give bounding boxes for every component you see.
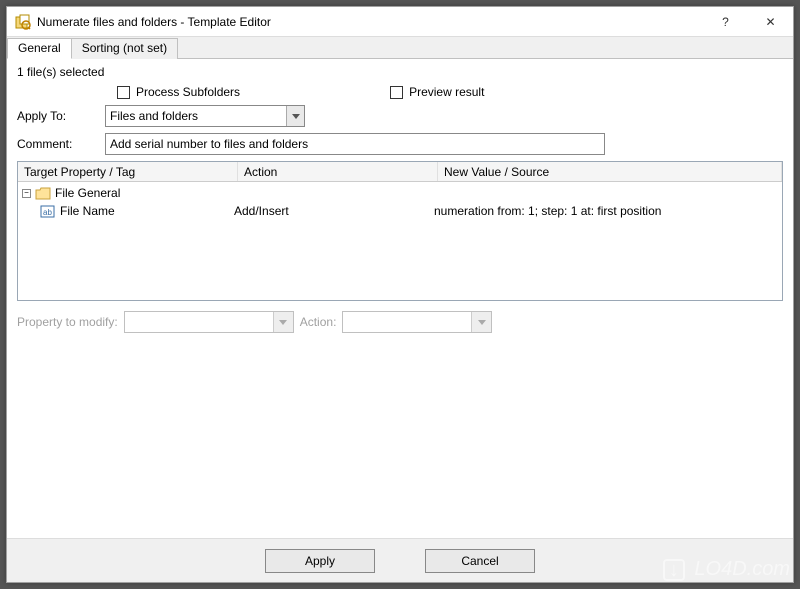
help-icon: ? [722, 15, 729, 29]
action-label: Action: [300, 315, 337, 329]
comment-value: Add serial number to files and folders [110, 137, 308, 151]
close-button[interactable]: ✕ [748, 7, 793, 37]
property-to-modify-label: Property to modify: [17, 315, 118, 329]
tree-group-label: File General [55, 186, 120, 200]
comment-row: Comment: Add serial number to files and … [17, 133, 783, 155]
grid-header-action[interactable]: Action [238, 162, 438, 181]
apply-to-label: Apply To: [17, 109, 97, 123]
checkbox-row: Process Subfolders Preview result [17, 85, 783, 99]
svg-text:ab: ab [43, 208, 52, 217]
property-modify-row: Property to modify: Action: [17, 311, 783, 333]
cancel-button-label: Cancel [461, 554, 498, 568]
footer: Apply Cancel [7, 538, 793, 582]
tab-general[interactable]: General [7, 38, 72, 59]
process-subfolders-checkbox[interactable] [117, 86, 130, 99]
help-button[interactable]: ? [703, 7, 748, 37]
folder-icon [35, 186, 51, 200]
preview-result-checkbox[interactable] [390, 86, 403, 99]
comment-label: Comment: [17, 137, 97, 151]
tree-item-value: numeration from: 1; step: 1 at: first po… [434, 204, 778, 218]
client-area: 1 file(s) selected Process Subfolders Pr… [7, 59, 793, 538]
comment-input[interactable]: Add serial number to files and folders [105, 133, 605, 155]
collapse-icon[interactable]: − [22, 189, 31, 198]
apply-to-row: Apply To: Files and folders [17, 105, 783, 127]
tab-sorting-label: Sorting (not set) [82, 41, 167, 55]
tree-item-action: Add/Insert [234, 204, 434, 218]
app-icon [15, 14, 31, 30]
preview-result-group: Preview result [390, 85, 484, 99]
tree-item-row[interactable]: ab File Name Add/Insert numeration from:… [18, 202, 782, 220]
chevron-down-icon [471, 312, 491, 332]
grid-header-value[interactable]: New Value / Source [438, 162, 782, 181]
cancel-button[interactable]: Cancel [425, 549, 535, 573]
tree-group-row[interactable]: − File General [18, 184, 782, 202]
tree-item-label: File Name [60, 204, 115, 218]
titlebar: Numerate files and folders - Template Ed… [7, 7, 793, 37]
apply-button[interactable]: Apply [265, 549, 375, 573]
apply-button-label: Apply [305, 554, 335, 568]
dialog-window: Numerate files and folders - Template Ed… [6, 6, 794, 583]
tab-general-label: General [18, 41, 61, 55]
grid-header: Target Property / Tag Action New Value /… [18, 162, 782, 182]
grid-body: − File General ab File Name [18, 182, 782, 222]
property-icon: ab [40, 204, 56, 218]
titlebar-buttons: ? ✕ [703, 7, 793, 36]
grid-header-property[interactable]: Target Property / Tag [18, 162, 238, 181]
apply-to-value: Files and folders [110, 109, 286, 123]
process-subfolders-group: Process Subfolders [117, 85, 240, 99]
preview-result-label: Preview result [409, 85, 484, 99]
tab-sorting[interactable]: Sorting (not set) [71, 38, 178, 59]
chevron-down-icon [286, 106, 304, 126]
close-icon: ✕ [765, 15, 775, 29]
window-title: Numerate files and folders - Template Ed… [37, 15, 703, 29]
process-subfolders-label: Process Subfolders [136, 85, 240, 99]
action-combo [342, 311, 492, 333]
property-grid: Target Property / Tag Action New Value /… [17, 161, 783, 301]
chevron-down-icon [273, 312, 293, 332]
apply-to-combo[interactable]: Files and folders [105, 105, 305, 127]
property-to-modify-combo [124, 311, 294, 333]
files-selected-status: 1 file(s) selected [17, 65, 783, 79]
tabbar: General Sorting (not set) [7, 37, 793, 59]
